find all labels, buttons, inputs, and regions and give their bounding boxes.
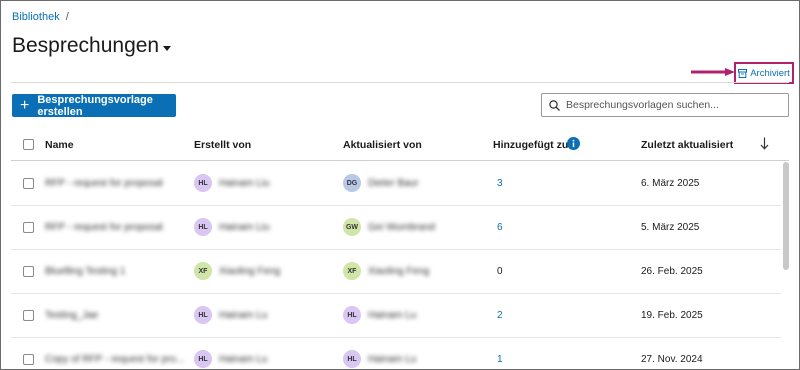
avatar: HL [194,306,212,324]
created-by-cell: HL Hainam Lu [194,350,267,368]
header-divider [11,82,789,83]
last-updated-date: 6. März 2025 [641,178,700,189]
breadcrumb: Bibliothek / [12,11,69,23]
added-to-count: 0 [497,266,503,277]
column-header-added-to[interactable]: Hinzugefügt zu [493,139,568,151]
column-header-name[interactable]: Name [45,139,74,151]
row-checkbox[interactable] [23,310,34,321]
template-name[interactable]: RFP - request for proposal [45,178,163,189]
info-icon[interactable] [567,137,580,150]
added-to-count-link[interactable]: 2 [497,310,503,321]
create-template-label: Besprechungsvorlage erstellen [37,93,153,118]
added-to-count-link[interactable]: 1 [497,354,503,365]
updated-by-cell: DG Dieter Baur [343,174,419,192]
last-updated-date: 5. März 2025 [641,222,700,233]
last-updated-date: 19. Feb. 2025 [641,310,703,321]
avatar: HL [343,350,361,368]
table-row[interactable]: RFP - request for proposal HL Hainam Liu… [11,206,781,250]
create-template-button[interactable]: + Besprechungsvorlage erstellen [12,93,176,118]
table-header: Name Erstellt von Aktualisiert von Hinzu… [11,128,789,161]
archived-button[interactable]: Archiviert [734,62,794,84]
updated-by-cell: XF Xiaoling Feng [343,262,429,280]
column-header-updated-by[interactable]: Aktualisiert von [343,139,422,151]
created-by-cell: HL Hainam Liu [194,174,270,192]
added-to-count-link[interactable]: 3 [497,178,503,189]
updated-by-cell: HL Hainam Lu [343,350,416,368]
updated-by-name: Hainam Lu [368,309,417,321]
template-name[interactable]: Copy of RFP - request for pro... [45,354,184,365]
template-name[interactable]: RFP - request for proposal [45,222,163,233]
created-by-name: Hainam Liu [219,177,270,189]
template-name[interactable]: Testing_Jae [45,310,98,321]
last-updated-date: 27. Nov. 2024 [641,354,703,365]
row-checkbox[interactable] [23,354,34,365]
template-name[interactable]: Bluelling Testing 1 [45,266,125,277]
table-body: RFP - request for proposal HL Hainam Liu… [11,162,781,369]
last-updated-date: 26. Feb. 2025 [641,266,703,277]
table-row[interactable]: Testing_Jae HL Hainam Lu HL Hainam Lu 2 … [11,294,781,338]
avatar: XF [343,262,361,280]
plus-icon: + [20,96,30,114]
table-row[interactable]: Copy of RFP - request for pro... HL Hain… [11,338,781,369]
updated-by-name: Gei Wumbrand [368,221,436,233]
updated-by-cell: HL Hainam Lu [343,306,416,324]
breadcrumb-bibliothek[interactable]: Bibliothek [12,11,60,23]
column-header-last-updated[interactable]: Zuletzt aktualisiert [641,139,733,151]
app-frame: Bibliothek / Besprechungen Archiviert + B… [0,0,800,370]
updated-by-cell: GW Gei Wumbrand [343,218,435,236]
added-to-count-link[interactable]: 6 [497,222,503,233]
vertical-scrollbar[interactable] [783,162,789,270]
archived-label: Archiviert [750,67,790,79]
search-icon [549,99,560,111]
created-by-name: Hainam Lu [219,309,268,321]
created-by-cell: HL Hainam Liu [194,218,270,236]
updated-by-name: Dieter Baur [368,177,419,189]
avatar: GW [343,218,361,236]
row-checkbox[interactable] [23,178,34,189]
created-by-name: Xiaoling Feng [219,265,281,277]
table-row[interactable]: RFP - request for proposal HL Hainam Liu… [11,162,781,206]
search-input[interactable] [566,99,766,111]
annotation-arrow-icon [691,68,735,76]
created-by-cell: XF Xiaoling Feng [194,262,280,280]
avatar: HL [194,218,212,236]
created-by-cell: HL Hainam Lu [194,306,267,324]
breadcrumb-separator: / [65,11,69,23]
archive-icon [738,68,748,78]
page-title-dropdown[interactable]: Besprechungen [12,34,172,58]
updated-by-name: Hainam Lu [368,353,417,365]
avatar: HL [194,350,212,368]
select-all-checkbox[interactable] [23,139,34,150]
updated-by-name: Xiaoling Feng [368,265,430,277]
row-checkbox[interactable] [23,222,34,233]
caret-down-icon [163,45,172,51]
table-row[interactable]: Bluelling Testing 1 XF Xiaoling Feng XF … [11,250,781,294]
row-checkbox[interactable] [23,266,34,277]
sort-arrow-down-icon[interactable] [760,137,769,150]
search-box[interactable] [541,93,789,117]
created-by-name: Hainam Liu [219,221,270,233]
avatar: HL [343,306,361,324]
avatar: XF [194,262,212,280]
avatar: DG [343,174,361,192]
column-header-created-by[interactable]: Erstellt von [194,139,251,151]
page-title: Besprechungen [12,34,160,57]
created-by-name: Hainam Lu [219,353,268,365]
avatar: HL [194,174,212,192]
